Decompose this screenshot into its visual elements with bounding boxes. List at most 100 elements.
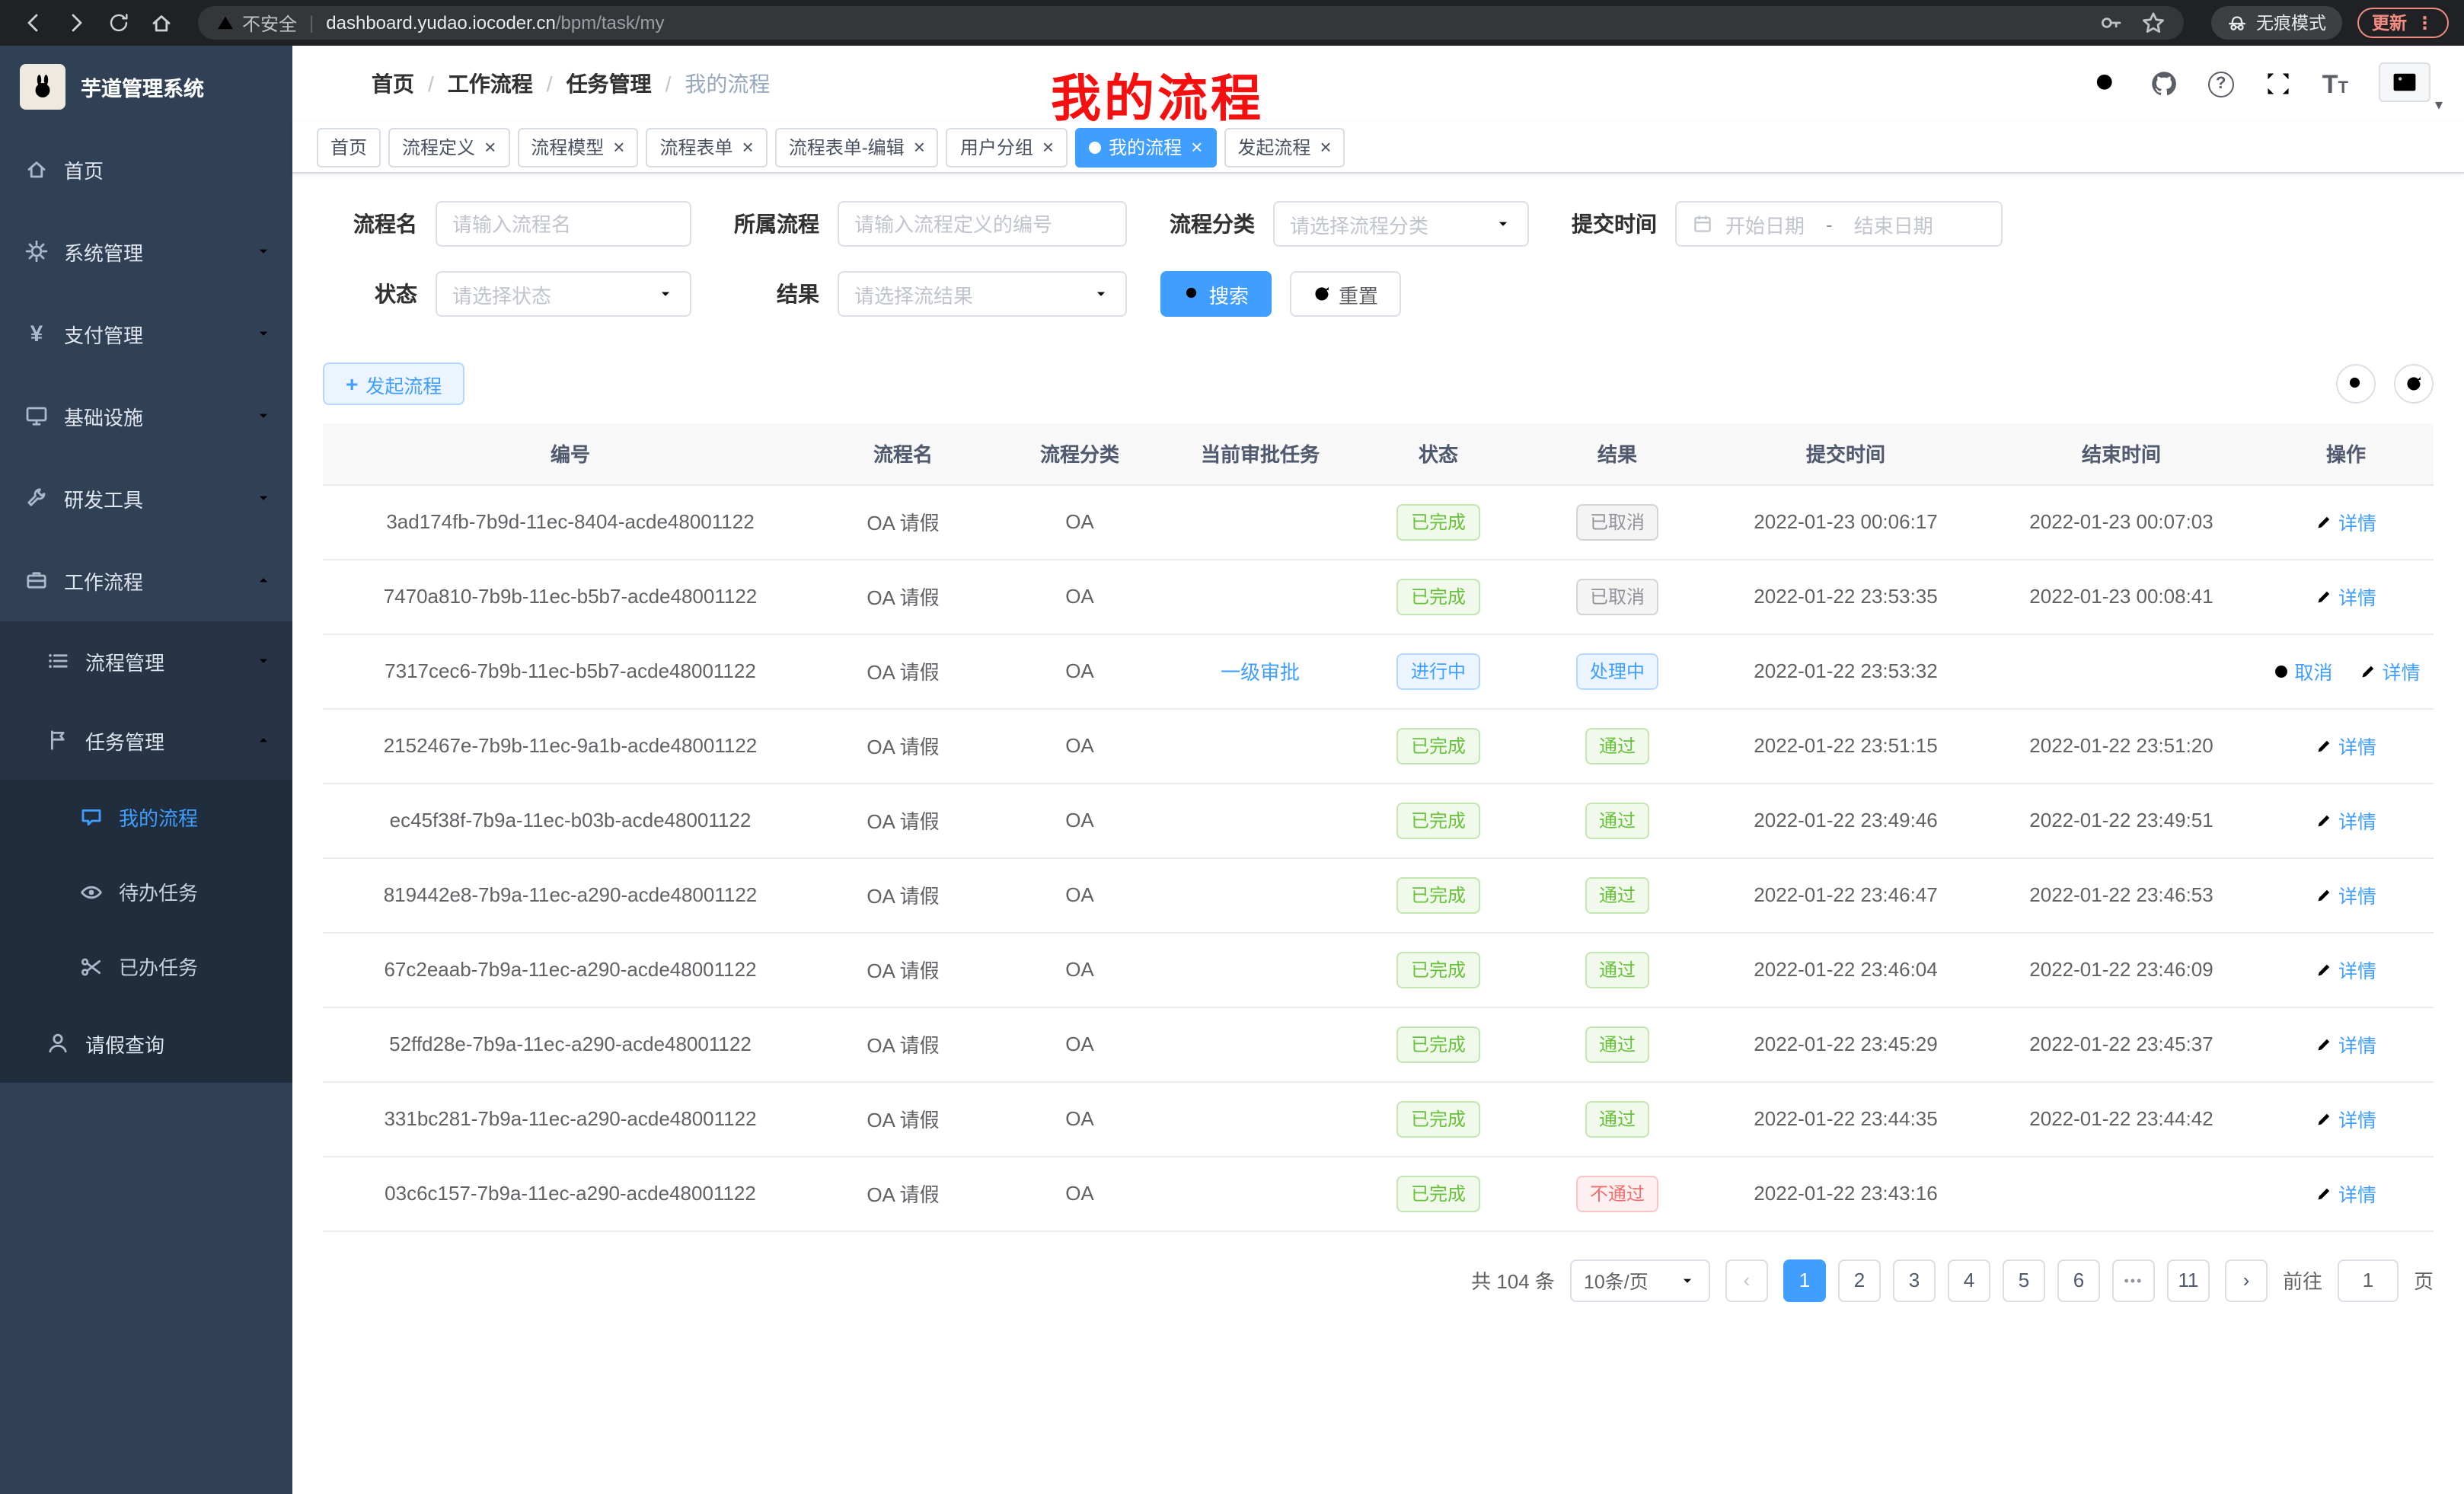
breadcrumb-workflow[interactable]: 工作流程 [448, 69, 533, 99]
sidebar-item-workflow[interactable]: 工作流程 [0, 539, 292, 621]
page-button[interactable]: 2 [1838, 1259, 1881, 1301]
detail-action-link[interactable]: 详情 [2316, 1179, 2376, 1208]
detail-action-link[interactable]: 详情 [2316, 880, 2376, 909]
submit-time-range-picker[interactable]: 开始日期 - 结束日期 [1675, 201, 2003, 247]
help-icon[interactable]: ? [2208, 71, 2234, 97]
sidebar-item-infra[interactable]: 基础设施 [0, 375, 292, 457]
font-size-icon[interactable]: TT [2322, 71, 2348, 97]
sidebar-item-process-mgmt[interactable]: 流程管理 [0, 621, 292, 701]
gear-icon [24, 239, 49, 263]
cell-actions: 详情 [2258, 783, 2434, 857]
cell-submit-time: 2022-01-22 23:49:46 [1707, 783, 1984, 857]
result-select[interactable]: 请选择流结果 [838, 271, 1127, 317]
sidebar-item-system[interactable]: 系统管理 [0, 210, 292, 292]
tab[interactable]: 流程表单 × [646, 127, 767, 167]
tab[interactable]: 流程定义 × [388, 127, 509, 167]
detail-action-link[interactable]: 详情 [2316, 1030, 2376, 1058]
detail-action-link[interactable]: 详情 [2316, 507, 2376, 536]
search-icon[interactable] [2092, 70, 2120, 97]
tab-close-icon[interactable]: × [613, 137, 624, 157]
table-row: 52ffd28e-7b9a-11ec-a290-acde48001122 OA … [323, 1007, 2434, 1081]
next-page-button[interactable]: › [2225, 1259, 2268, 1301]
page-button[interactable]: ••• [2112, 1259, 2155, 1301]
owner-process-input[interactable] [838, 201, 1127, 247]
sidebar-item-leave-query[interactable]: 请假查询 [0, 1004, 292, 1083]
page-button[interactable]: 6 [2057, 1259, 2100, 1301]
page-button[interactable]: 11 [2167, 1259, 2210, 1301]
tab-close-icon[interactable]: × [914, 137, 925, 157]
page-header: 首页 / 工作流程 / 任务管理 / 我的流程 我的流程 ? TT [292, 46, 2464, 122]
sidebar-item-my-process[interactable]: 我的流程 [0, 780, 292, 854]
reset-button[interactable]: 重置 [1290, 271, 1401, 317]
detail-action-link[interactable]: 详情 [2360, 656, 2421, 685]
detail-action-link[interactable]: 详情 [2316, 731, 2376, 760]
screen: 不安全 | dashboard.yudao.iocoder.cn/bpm/tas… [0, 0, 2464, 1494]
sidebar-item-payment[interactable]: ¥ 支付管理 [0, 292, 292, 375]
cancel-action-link[interactable]: 取消 [2271, 656, 2332, 685]
browser-forward-button[interactable] [58, 5, 94, 41]
status-badge: 已完成 [1397, 727, 1479, 764]
breadcrumb-home[interactable]: 首页 [372, 69, 414, 99]
page-button[interactable]: 4 [1948, 1259, 1990, 1301]
bookmark-star-icon[interactable] [2140, 11, 2165, 35]
tab[interactable]: 我的流程 × [1075, 127, 1216, 167]
tab-close-icon[interactable]: × [1320, 137, 1331, 157]
app-title: 芋道管理系统 [81, 72, 204, 102]
tab-close-icon[interactable]: × [1042, 137, 1054, 157]
search-button[interactable]: 搜索 [1160, 271, 1272, 317]
browser-back-button[interactable] [15, 5, 52, 41]
page-button[interactable]: 5 [2003, 1259, 2045, 1301]
sidebar-item-task-mgmt[interactable]: 任务管理 [0, 701, 292, 780]
create-process-button[interactable]: + 发起流程 [323, 362, 464, 405]
detail-action-link[interactable]: 详情 [2316, 806, 2376, 835]
browser-reload-button[interactable] [101, 5, 137, 41]
category-select[interactable]: 请选择流程分类 [1273, 201, 1529, 247]
detail-action-link[interactable]: 详情 [2316, 955, 2376, 984]
user-avatar[interactable]: ▾ [2379, 62, 2437, 105]
result-badge: 通过 [1585, 876, 1649, 913]
tab[interactable]: 流程表单-编辑 × [775, 127, 939, 167]
tab-close-icon[interactable]: × [484, 137, 496, 157]
browser-home-button[interactable] [143, 5, 180, 41]
password-key-icon[interactable] [2098, 11, 2122, 35]
tab[interactable]: 流程模型 × [517, 127, 638, 167]
tab[interactable]: 首页 × [317, 127, 381, 167]
main-content: 首页 / 工作流程 / 任务管理 / 我的流程 我的流程 ? TT [292, 46, 2464, 1494]
breadcrumb-task-mgmt[interactable]: 任务管理 [567, 69, 652, 99]
table-refresh-button[interactable] [2394, 364, 2434, 404]
fullscreen-icon[interactable] [2265, 70, 2292, 97]
cell-submit-time: 2022-01-22 23:45:29 [1707, 1007, 1984, 1081]
prev-page-button[interactable]: ‹ [1725, 1259, 1768, 1301]
sidebar-item-devtools[interactable]: 研发工具 [0, 457, 292, 539]
yen-icon: ¥ [24, 321, 49, 346]
edit-icon [2316, 886, 2334, 904]
tab[interactable]: 用户分组 × [946, 127, 1068, 167]
github-icon[interactable] [2150, 70, 2178, 97]
result-badge: 通过 [1585, 802, 1649, 838]
logo-avatar [20, 64, 65, 110]
hamburger-icon[interactable] [320, 68, 347, 100]
browser-update-button[interactable]: 更新 ⋮ [2357, 8, 2449, 38]
tab-close-icon[interactable]: × [742, 137, 754, 157]
table-search-toggle-button[interactable] [2336, 364, 2376, 404]
goto-page-input[interactable] [2338, 1259, 2399, 1301]
tab-close-icon[interactable]: × [1191, 137, 1202, 157]
sidebar-item-done-tasks[interactable]: 已办任务 [0, 929, 292, 1004]
page-button[interactable]: 3 [1893, 1259, 1936, 1301]
current-task-link[interactable]: 一级审批 [1221, 661, 1300, 684]
process-name-input[interactable] [436, 201, 691, 247]
sidebar-item-home[interactable]: 首页 [0, 128, 292, 210]
address-bar[interactable]: 不安全 | dashboard.yudao.iocoder.cn/bpm/tas… [198, 6, 2183, 40]
chevron-down-icon [254, 324, 273, 343]
page-button[interactable]: 1 [1783, 1259, 1826, 1301]
detail-action-link[interactable]: 详情 [2316, 1104, 2376, 1133]
cell-status: 已完成 [1349, 1081, 1527, 1156]
sidebar-item-todo-tasks[interactable]: 待办任务 [0, 854, 292, 929]
status-select[interactable]: 请选择状态 [436, 271, 691, 317]
browser-menu-kebab-icon[interactable]: ⋮ [2416, 12, 2434, 34]
detail-action-link[interactable]: 详情 [2316, 582, 2376, 611]
security-indicator[interactable]: 不安全 [216, 10, 297, 36]
tab[interactable]: 发起流程 × [1224, 127, 1345, 167]
url-host: dashboard.yudao.iocoder.cn [326, 12, 556, 34]
page-size-select[interactable]: 10条/页 [1570, 1259, 1710, 1301]
